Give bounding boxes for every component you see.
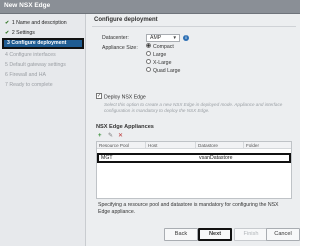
cell-resource-pool: MGT [101, 155, 113, 161]
page-title: Configure deployment [94, 17, 158, 23]
back-button[interactable]: Back [164, 228, 198, 241]
size-radio-quad-large[interactable]: Quad Large [146, 67, 186, 75]
checkmark-icon: ✔ [5, 20, 10, 26]
radio-label: X-Large [153, 60, 172, 66]
column-divider [243, 142, 244, 149]
appliances-toolbar: + ✎ ✕ [96, 133, 292, 140]
column-header[interactable]: Folder [246, 142, 259, 149]
chevron-down-icon: ▼ [172, 35, 177, 40]
step-label: 6 Firewall and HA [5, 72, 46, 78]
step-configure-deployment[interactable]: 3 Configure deployment [2, 38, 84, 49]
radio-label: Large [153, 52, 167, 58]
step-ready-complete: 7 Ready to complete [2, 80, 84, 90]
column-divider [145, 142, 146, 149]
step-configure-interfaces: 4 Configure interfaces [2, 50, 84, 60]
radio-label: Compact [153, 44, 174, 50]
radio-selected-icon [146, 43, 151, 49]
next-button[interactable]: Next [198, 228, 232, 241]
column-divider [195, 142, 196, 149]
deploy-checkbox[interactable]: ✓ Deploy NSX Edge [96, 93, 146, 101]
cell-datastore: vsanDatastore [199, 155, 233, 161]
finish-button[interactable]: Finish [234, 228, 268, 241]
appliance-footnote: Specifying a resource pool and datastore… [98, 202, 279, 215]
main-panel: Configure deployment Datacenter: AMP ▼ i… [92, 14, 296, 215]
step-settings[interactable]: ✔ 2 Settings [2, 28, 84, 38]
column-header[interactable]: Datastore [198, 142, 218, 149]
step-firewall-ha: 6 Firewall and HA [2, 70, 84, 80]
deploy-description: Select this option to create a new NSX E… [104, 102, 283, 113]
column-header[interactable]: Host [148, 142, 157, 149]
step-label: 2 Settings [11, 30, 35, 36]
appliances-heading: NSX Edge Appliances [96, 124, 154, 130]
size-radio-xlarge[interactable]: X-Large [146, 59, 186, 67]
step-name-description[interactable]: ✔ 1 Name and description [2, 18, 84, 28]
datacenter-value: AMP [150, 35, 162, 41]
wizard-steps: ✔ 1 Name and description ✔ 2 Settings 3 … [0, 14, 86, 246]
cancel-button[interactable]: Cancel [266, 228, 300, 241]
window-title: New NSX Edge [4, 2, 51, 9]
radio-icon [146, 67, 151, 73]
step-label: 4 Configure interfaces [5, 52, 56, 58]
checkmark-icon: ✔ [5, 30, 10, 36]
datacenter-label: Datacenter: [102, 35, 129, 41]
appliance-size-label: Appliance Size: [102, 45, 138, 51]
info-icon[interactable]: i [183, 35, 189, 41]
column-header[interactable]: Resource Pool [99, 142, 129, 149]
delete-icon[interactable]: ✕ [118, 133, 123, 140]
step-label: 7 Ready to complete [5, 82, 53, 88]
radio-icon [146, 59, 151, 65]
size-radio-large[interactable]: Large [146, 51, 186, 59]
appliances-table: Resource Pool Host Datastore Folder MGT … [96, 141, 292, 199]
divider [92, 26, 296, 27]
edit-icon[interactable]: ✎ [108, 133, 113, 140]
checkbox-checked-icon: ✓ [96, 93, 102, 99]
step-default-gateway: 5 Default gateway settings [2, 60, 84, 70]
datacenter-select[interactable]: AMP ▼ [146, 34, 180, 42]
step-label: 5 Default gateway settings [5, 62, 66, 68]
step-label: 1 Name and description [11, 20, 67, 26]
size-radio-compact[interactable]: Compact [146, 43, 186, 51]
table-header: Resource Pool Host Datastore Folder [97, 142, 291, 149]
radio-label: Quad Large [153, 68, 181, 74]
deploy-label: Deploy NSX Edge [104, 94, 146, 101]
window-titlebar: New NSX Edge [0, 0, 300, 14]
step-label: 3 Configure deployment [7, 40, 67, 46]
add-icon[interactable]: + [98, 133, 102, 140]
radio-icon [146, 51, 151, 57]
table-row[interactable]: MGT vsanDatastore [97, 153, 291, 163]
